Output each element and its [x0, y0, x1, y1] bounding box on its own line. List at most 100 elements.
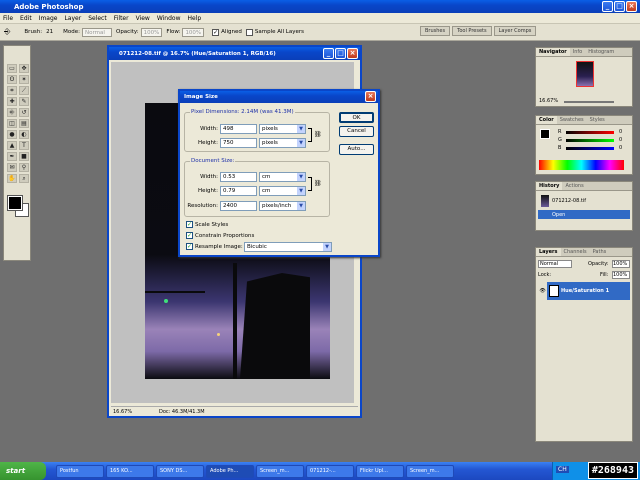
tab-paths[interactable]: Paths: [590, 248, 610, 256]
eyedropper-icon[interactable]: ⚲: [19, 163, 29, 172]
aligned-checkbox[interactable]: ✓: [212, 28, 220, 36]
taskbar-item[interactable]: 071212-...: [306, 464, 354, 478]
close-icon[interactable]: ×: [626, 1, 637, 12]
sample-all-checkbox[interactable]: [245, 28, 253, 36]
constrain-proportions-checkbox[interactable]: ✓ Constrain Proportions: [186, 232, 254, 239]
doc-maximize-icon[interactable]: □: [335, 48, 346, 59]
healing-brush-icon[interactable]: ✚: [7, 97, 17, 106]
doc-width-unit-select[interactable]: cm ▼: [259, 172, 306, 182]
doc-height-unit-select[interactable]: cm ▼: [259, 186, 306, 196]
opacity-field[interactable]: 100%: [140, 27, 163, 37]
eye-icon[interactable]: 👁: [538, 282, 547, 300]
dialog-close-icon[interactable]: ×: [365, 91, 376, 102]
taskbar-item[interactable]: SONY DS...: [156, 464, 204, 478]
well-tab-layer-comps[interactable]: Layer Comps: [493, 26, 537, 36]
height-pixels-input[interactable]: 750: [220, 138, 257, 148]
taskbar-item[interactable]: Postfun: [56, 464, 104, 478]
foreground-color-swatch[interactable]: [7, 195, 23, 211]
history-brush-icon[interactable]: ↺: [19, 108, 29, 117]
flow-field[interactable]: 100%: [182, 27, 205, 37]
zoom-level[interactable]: 16.67%: [111, 409, 159, 415]
scale-styles-checkbox[interactable]: ✓ Scale Styles: [186, 221, 228, 228]
cancel-button[interactable]: Cancel: [339, 126, 374, 137]
zoom-tool-icon[interactable]: ⌕: [19, 174, 29, 183]
start-button[interactable]: start: [0, 462, 46, 480]
type-tool-icon[interactable]: T: [19, 141, 29, 150]
hand-tool-icon[interactable]: ✋: [7, 174, 17, 183]
dodge-tool-icon[interactable]: ◐: [19, 130, 29, 139]
taskbar-item-active[interactable]: Adobe Ph...: [206, 464, 254, 478]
notes-tool-icon[interactable]: ✉: [7, 163, 17, 172]
color-g-slider[interactable]: [566, 139, 614, 142]
doc-close-icon[interactable]: ×: [347, 48, 358, 59]
color-g-value[interactable]: 0: [619, 137, 622, 143]
tab-channels[interactable]: Channels: [561, 248, 590, 256]
shape-tool-icon[interactable]: ■: [19, 152, 29, 161]
history-snapshot[interactable]: 071212-08.tif: [538, 194, 630, 208]
resample-method-select[interactable]: Bicubic ▼: [244, 242, 332, 252]
width-pixels-input[interactable]: 498: [220, 124, 257, 134]
ok-button[interactable]: OK: [339, 112, 374, 123]
well-tab-brushes[interactable]: Brushes: [420, 26, 451, 36]
history-step-open[interactable]: Open: [538, 210, 630, 219]
color-b-value[interactable]: 0: [619, 145, 622, 151]
well-tab-tool-presets[interactable]: Tool Presets: [452, 26, 492, 36]
tab-actions[interactable]: Actions: [562, 182, 586, 190]
menu-select[interactable]: Select: [88, 15, 107, 22]
width-unit-select[interactable]: pixels ▼: [259, 124, 306, 134]
resolution-unit-select[interactable]: pixels/inch ▼: [259, 201, 306, 211]
crop-tool-icon[interactable]: ⌗: [7, 86, 17, 95]
blend-mode-select[interactable]: Normal: [538, 260, 572, 268]
clone-stamp-icon[interactable]: ⎆: [4, 27, 10, 37]
color-fg-swatch[interactable]: [540, 129, 550, 139]
marquee-tool-icon[interactable]: ▭: [7, 64, 17, 73]
tab-color[interactable]: Color: [536, 116, 557, 124]
doc-height-input[interactable]: 0.79: [220, 186, 257, 196]
mode-select[interactable]: Normal: [81, 27, 112, 37]
menu-file[interactable]: File: [3, 15, 13, 22]
color-r-slider[interactable]: [566, 131, 614, 134]
color-r-value[interactable]: 0: [619, 129, 622, 135]
gradient-tool-icon[interactable]: ▤: [19, 119, 29, 128]
layer-fill-value[interactable]: 100%: [612, 271, 630, 279]
eraser-tool-icon[interactable]: ◫: [7, 119, 17, 128]
slice-tool-icon[interactable]: ⟋: [19, 86, 29, 95]
height-unit-select[interactable]: pixels ▼: [259, 138, 306, 148]
minimize-icon[interactable]: _: [602, 1, 613, 12]
resolution-input[interactable]: 2400: [220, 201, 257, 211]
layer-opacity-value[interactable]: 100%: [612, 260, 630, 268]
tab-navigator[interactable]: Navigator: [536, 48, 570, 56]
tab-history[interactable]: History: [536, 182, 563, 190]
tab-swatches[interactable]: Swatches: [557, 116, 587, 124]
taskbar-item[interactable]: Flickr Upl...: [356, 464, 404, 478]
color-b-slider[interactable]: [566, 147, 614, 150]
language-indicator[interactable]: CH: [556, 466, 569, 473]
navigator-zoom[interactable]: 16.67%: [539, 98, 558, 104]
color-spectrum-ramp[interactable]: [539, 160, 624, 170]
path-select-icon[interactable]: ▲: [7, 141, 17, 150]
menu-layer[interactable]: Layer: [64, 15, 81, 22]
resample-image-checkbox[interactable]: ✓ Resample Image:: [186, 243, 243, 250]
layer-row[interactable]: 👁 Hue/Saturation 1: [538, 282, 630, 300]
tab-styles[interactable]: Styles: [587, 116, 608, 124]
taskbar-item[interactable]: Screen_m...: [406, 464, 454, 478]
tab-info[interactable]: Info: [570, 48, 585, 56]
menu-help[interactable]: Help: [188, 15, 202, 22]
tab-layers[interactable]: Layers: [536, 248, 561, 256]
taskbar-item[interactable]: Screen_m...: [256, 464, 304, 478]
menu-view[interactable]: View: [136, 15, 150, 22]
navigator-zoom-slider[interactable]: [564, 101, 614, 103]
menu-filter[interactable]: Filter: [114, 15, 129, 22]
brush-tool-icon[interactable]: ✎: [19, 97, 29, 106]
move-tool-icon[interactable]: ✥: [19, 64, 29, 73]
clone-stamp-tool-icon[interactable]: ⎆: [7, 108, 17, 117]
pen-tool-icon[interactable]: ✒: [7, 152, 17, 161]
blur-tool-icon[interactable]: ●: [7, 130, 17, 139]
menu-image[interactable]: Image: [39, 15, 58, 22]
maximize-icon[interactable]: □: [614, 1, 625, 12]
navigator-thumbnail[interactable]: [576, 61, 594, 87]
tab-histogram[interactable]: Histogram: [585, 48, 617, 56]
menu-window[interactable]: Window: [157, 15, 181, 22]
lasso-tool-icon[interactable]: ʘ: [7, 75, 17, 84]
auto-button[interactable]: Auto...: [339, 144, 374, 155]
